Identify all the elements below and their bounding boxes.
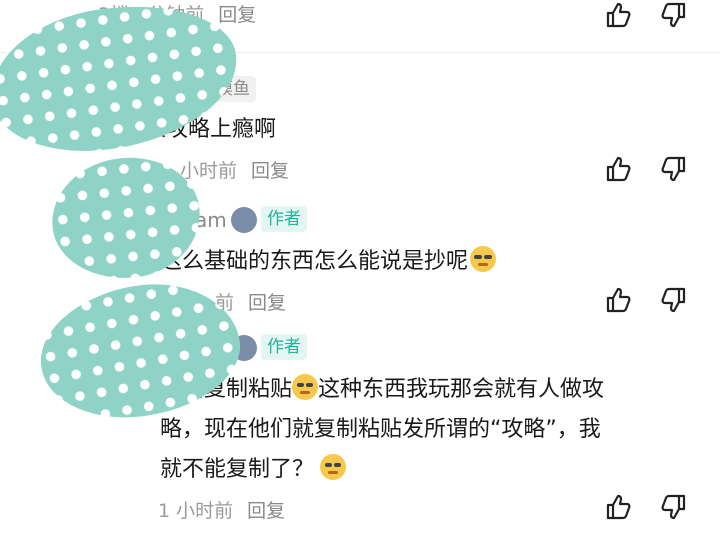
thumbs-down-icon[interactable] — [659, 0, 689, 30]
thumbs-down-icon[interactable] — [659, 492, 689, 522]
comment-4-time: 1 小时前 — [158, 500, 234, 522]
thumbs-up-icon[interactable] — [603, 0, 633, 30]
comment-4-line-1: 这叫复制粘贴 这种东西我玩那会就有人做攻 — [160, 370, 700, 410]
thumbs-down-icon[interactable] — [659, 154, 689, 184]
thumbs-up-icon[interactable] — [603, 492, 633, 522]
gamepad-icon — [231, 207, 257, 233]
comment-2-time: 小时前 — [180, 160, 238, 182]
comment-3-text-content: 这么基础的东西怎么能说是抄呢 — [160, 249, 469, 274]
comment-3-text: 这么基础的东西怎么能说是抄呢 — [160, 242, 497, 282]
comment-2-meta: 小时前 回复 — [180, 156, 289, 183]
thumbs-down-icon[interactable] — [659, 285, 689, 315]
thumbs-up-icon[interactable] — [603, 154, 633, 184]
thumbs-up-icon[interactable] — [603, 285, 633, 315]
comment-1-reply-button[interactable]: 回复 — [218, 4, 256, 26]
sunglasses-emoji-icon — [470, 246, 497, 272]
comment-4-text: 这叫复制粘贴 这种东西我玩那会就有人做攻 略，现在他们就复制粘贴发所谓的“攻略”，… — [160, 370, 700, 490]
comment-4-line-2: 略，现在他们就复制粘贴发所谓的“攻略”，我 — [160, 417, 601, 442]
comment-4-line-3: 就不能复制了？ — [160, 450, 700, 490]
author-tag: 作者 — [261, 334, 307, 360]
comment-3-reply-button[interactable]: 回复 — [248, 292, 286, 314]
comment-2-reply-button[interactable]: 回复 — [251, 160, 289, 182]
smirk-emoji-icon — [292, 374, 319, 400]
comment-4-meta: 1 小时前 回复 — [158, 496, 285, 523]
smirk-emoji-icon — [320, 454, 347, 480]
comment-4-reply-button[interactable]: 回复 — [247, 500, 285, 522]
comment-3-username[interactable]: am — [195, 208, 227, 232]
author-tag: 作者 — [261, 206, 307, 232]
